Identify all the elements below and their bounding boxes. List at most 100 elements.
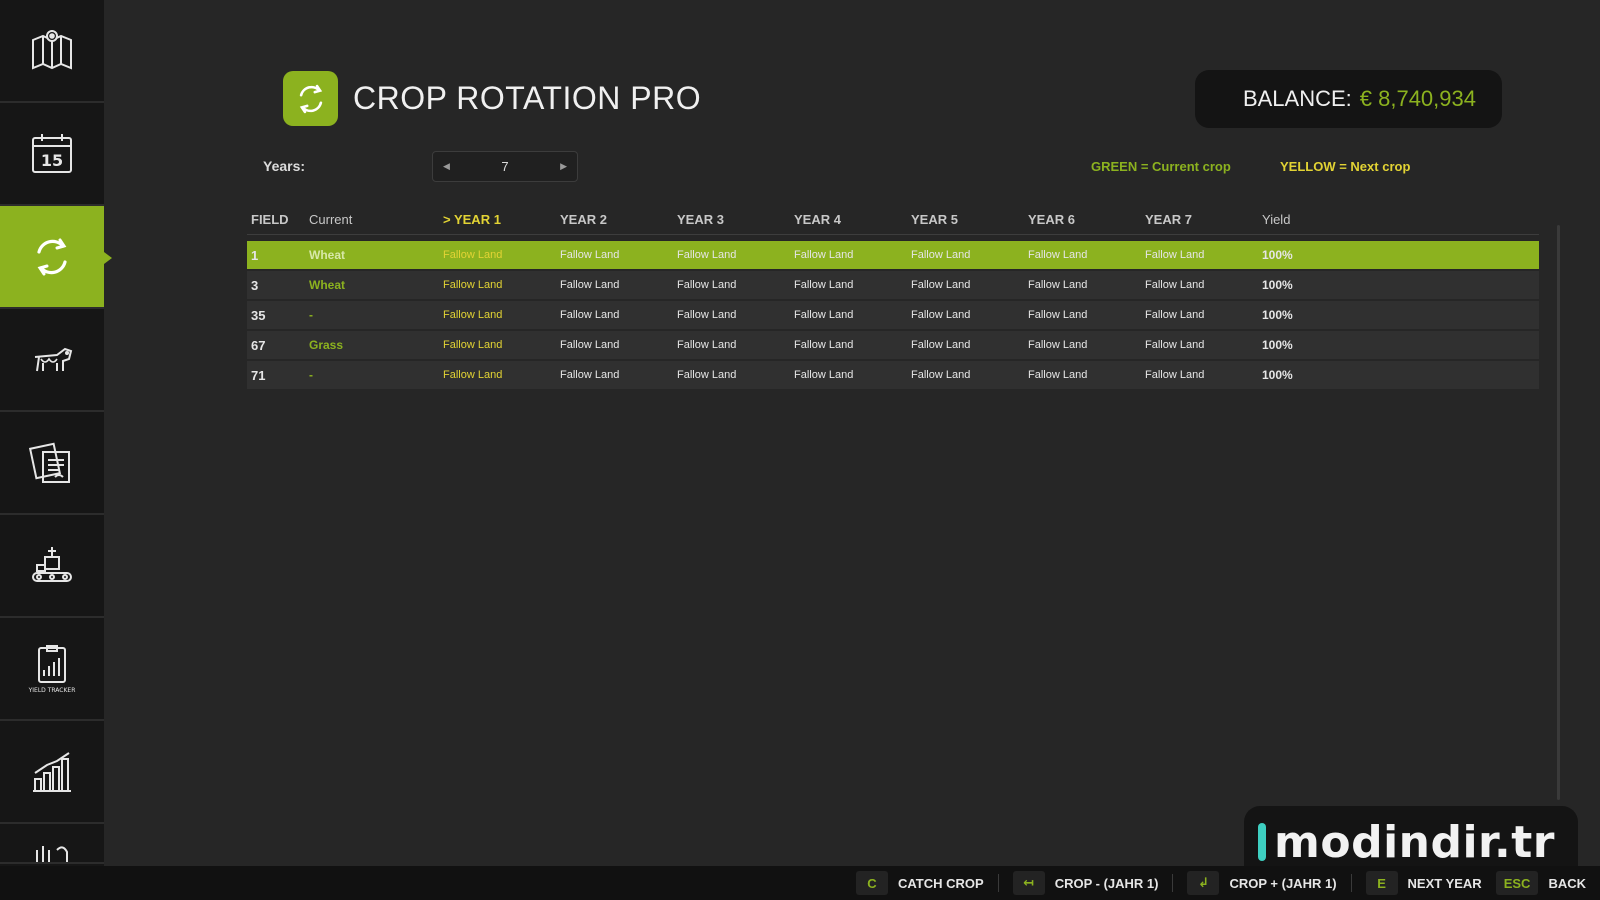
yield-value: 100% [1262, 248, 1293, 262]
year-cell[interactable]: Fallow Land [794, 369, 911, 381]
year-cell[interactable]: Fallow Land [911, 309, 1028, 321]
table-scrollbar[interactable] [1557, 225, 1560, 800]
enter-icon: ↲ [1187, 871, 1220, 895]
stepper-left-icon[interactable]: ◀ [443, 161, 450, 172]
key-e: E [1365, 871, 1398, 895]
year-cell[interactable]: Fallow Land [1145, 309, 1262, 321]
key-hints-bar: C CATCH CROP ↤ CROP - (JAHR 1) ↲ CROP + … [0, 866, 1600, 900]
field-number: 1 [251, 247, 259, 263]
current-crop: Wheat [309, 278, 345, 292]
sidebar-item-more[interactable] [0, 824, 104, 864]
yield-tracker-label: YIELD TRACKER [28, 687, 76, 694]
header-year-7[interactable]: YEAR 7 [1145, 212, 1262, 227]
year-cell[interactable]: Fallow Land [794, 339, 911, 351]
year-cell[interactable]: Fallow Land [911, 339, 1028, 351]
map-icon [32, 29, 72, 69]
current-crop: Wheat [309, 248, 345, 262]
year-cell[interactable]: Fallow Land [560, 279, 677, 291]
sidebar-item-production[interactable] [0, 515, 104, 618]
hint-label: BACK [1548, 875, 1586, 891]
table-row[interactable]: 67 Grass Fallow Land Fallow Land Fallow … [247, 331, 1539, 359]
table-row[interactable]: 35 - Fallow Land Fallow Land Fallow Land… [247, 301, 1539, 329]
year-cell[interactable]: Fallow Land [677, 279, 794, 291]
yield-tracker-icon: YIELD TRACKER [28, 644, 76, 694]
contracts-icon [28, 442, 70, 483]
current-crop: Grass [309, 338, 344, 352]
hint-crop-plus[interactable]: ↲ CROP + (JAHR 1) [1187, 871, 1337, 895]
years-stepper[interactable]: ◀ 7 ▶ [432, 151, 578, 182]
table-header: FIELD Current > YEAR 1 YEAR 2 YEAR 3 YEA… [247, 212, 1539, 235]
year-cell[interactable]: Fallow Land [1145, 279, 1262, 291]
year-cell[interactable]: Fallow Land [1145, 339, 1262, 351]
legend-next-crop: YELLOW = Next crop [1280, 159, 1411, 174]
crop-rotation-logo-icon [299, 84, 322, 113]
year-cell[interactable]: Fallow Land [1028, 339, 1145, 351]
year-cell[interactable]: Fallow Land [794, 249, 911, 261]
year-cell[interactable]: Fallow Land [560, 309, 677, 321]
year-cell[interactable]: Fallow Land [1028, 279, 1145, 291]
hint-crop-minus[interactable]: ↤ CROP - (JAHR 1) [1012, 871, 1159, 895]
sidebar-item-animals[interactable] [0, 309, 104, 412]
year-cell[interactable]: Fallow Land [677, 249, 794, 261]
calendar-icon: 15 [32, 133, 72, 173]
year-cell[interactable]: Fallow Land [677, 309, 794, 321]
year-cell[interactable]: Fallow Land [560, 339, 677, 351]
table-row[interactable]: 1 Wheat Fallow Land Fallow Land Fallow L… [247, 241, 1539, 269]
year-cell[interactable]: Fallow Land [1028, 369, 1145, 381]
sidebar-item-statistics[interactable] [0, 721, 104, 824]
yield-value: 100% [1262, 308, 1293, 322]
year-cell[interactable]: Fallow Land [677, 339, 794, 351]
hint-next-year[interactable]: E NEXT YEAR [1365, 871, 1482, 895]
hint-catch-crop[interactable]: C CATCH CROP [856, 871, 984, 895]
header-year-6[interactable]: YEAR 6 [1028, 212, 1145, 227]
key-c: C [856, 871, 888, 895]
year-cell[interactable]: Fallow Land [1028, 309, 1145, 321]
year-cell[interactable]: Fallow Land [560, 369, 677, 381]
year-cell[interactable]: Fallow Land [677, 369, 794, 381]
year-cell[interactable]: Fallow Land [794, 279, 911, 291]
header-year-5[interactable]: YEAR 5 [911, 212, 1028, 227]
header-year-2[interactable]: YEAR 2 [560, 212, 677, 227]
hint-separator [997, 874, 999, 892]
hint-back[interactable]: ESC BACK [1495, 871, 1586, 895]
year-cell[interactable]: Fallow Land [911, 279, 1028, 291]
year-cell[interactable]: Fallow Land [443, 369, 560, 381]
sidebar-item-crop-rotation[interactable] [0, 206, 112, 309]
production-icon [32, 546, 72, 582]
hint-label: CROP - (JAHR 1) [1054, 875, 1159, 891]
sidebar-item-calendar[interactable]: 15 [0, 103, 104, 206]
table-row[interactable]: 71 - Fallow Land Fallow Land Fallow Land… [247, 361, 1539, 389]
header-yield: Yield [1262, 212, 1291, 227]
balance-panel: BALANCE: € 8,740,934 [1195, 70, 1502, 128]
header-year-1[interactable]: > YEAR 1 [443, 212, 560, 227]
header-year-4[interactable]: YEAR 4 [794, 212, 911, 227]
years-label: Years: [263, 158, 306, 174]
sidebar: 15 YIELD TRACKER [0, 0, 112, 866]
field-number: 3 [251, 277, 259, 293]
years-value: 7 [501, 159, 509, 174]
hint-label: CROP + (JAHR 1) [1229, 875, 1337, 891]
table-row[interactable]: 3 Wheat Fallow Land Fallow Land Fallow L… [247, 271, 1539, 299]
year-cell[interactable]: Fallow Land [443, 249, 560, 261]
page-title: CROP ROTATION PRO [353, 80, 702, 116]
header-year-3[interactable]: YEAR 3 [677, 212, 794, 227]
field-number: 71 [251, 367, 266, 383]
year-cell[interactable]: Fallow Land [911, 249, 1028, 261]
year-cell[interactable]: Fallow Land [560, 249, 677, 261]
sidebar-item-map[interactable] [0, 0, 104, 103]
stepper-right-icon[interactable]: ▶ [560, 161, 567, 172]
current-crop: - [309, 368, 313, 382]
year-cell[interactable]: Fallow Land [1145, 249, 1262, 261]
sidebar-item-contracts[interactable] [0, 412, 104, 515]
more-icon [36, 846, 68, 862]
arrow-left-icon: ↤ [1012, 871, 1045, 895]
year-cell[interactable]: Fallow Land [794, 309, 911, 321]
year-cell[interactable]: Fallow Land [443, 279, 560, 291]
watermark-text: modindir.tr [1274, 816, 1555, 868]
year-cell[interactable]: Fallow Land [1028, 249, 1145, 261]
year-cell[interactable]: Fallow Land [443, 339, 560, 351]
sidebar-item-yield-tracker[interactable]: YIELD TRACKER [0, 618, 104, 721]
year-cell[interactable]: Fallow Land [911, 369, 1028, 381]
year-cell[interactable]: Fallow Land [1145, 369, 1262, 381]
year-cell[interactable]: Fallow Land [443, 309, 560, 321]
